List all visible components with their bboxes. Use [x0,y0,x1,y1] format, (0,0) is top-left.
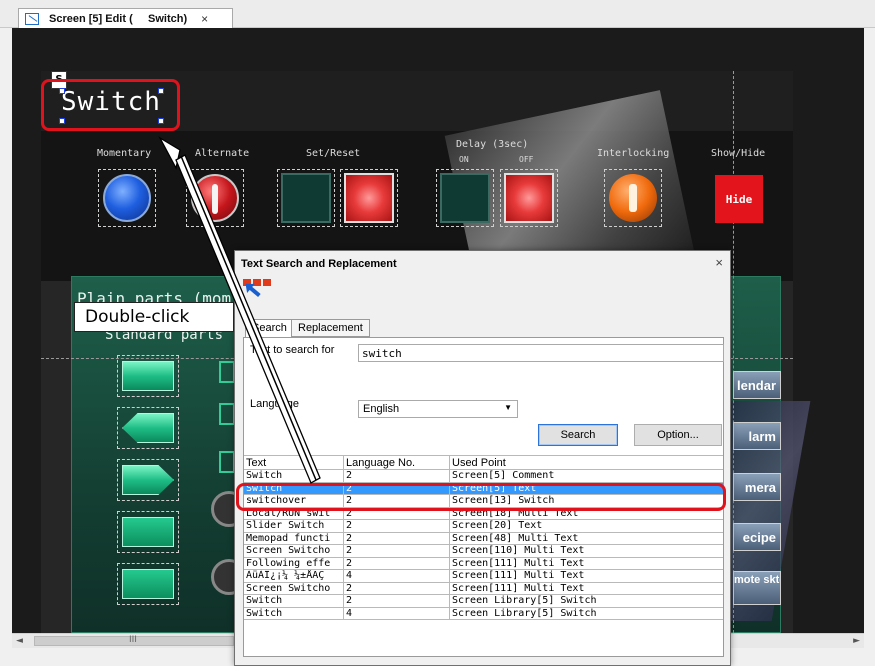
alternate-switch[interactable] [186,169,244,227]
double-click-callout: Double-click [74,302,234,332]
tab-replacement[interactable]: Replacement [291,319,370,337]
alarm-button[interactable]: larm [733,422,781,450]
part-small-3[interactable] [219,451,235,473]
label-set-reset: Set/Reset [306,148,361,159]
column-language-no[interactable]: Language No. [344,456,450,469]
label-delay: Delay (3sec) [456,139,529,150]
cell-used-point: Screen Library[5] Switch [452,607,597,619]
reset-switch[interactable] [340,169,398,227]
remote-desktop-button[interactable]: mote sktop [733,571,781,605]
cell-language-no: 2 [344,582,450,594]
table-row[interactable]: Switch 2 Screen Library[5] Switch [244,595,723,608]
scroll-grip-icon: III [129,635,137,645]
cell-text: Screen Switcho [244,545,344,557]
cell-text: Screen Switcho [244,582,344,594]
table-row[interactable]: Screen Switcho 2 Screen[110] Multi Text [244,545,723,558]
row-highlight-box [236,483,726,511]
recipe-button[interactable]: ecipe [733,523,781,551]
tab-bar: Screen [5] Edit ( Switch) × [0,0,875,29]
language-label: Language [250,398,299,410]
part-small-1[interactable] [219,361,235,383]
cell-text: Memopad functi [244,532,344,544]
tab-screen-edit[interactable]: Screen [5] Edit ( Switch) × [18,8,233,29]
calendar-button[interactable]: lendar [733,371,781,399]
cell-language-no: 2 [344,557,450,569]
results-table: Text Language No. Used Point Switch 2 Scre… [244,455,723,620]
scroll-right-icon[interactable]: ► [853,636,860,646]
part-rect-2[interactable] [117,511,179,553]
interlocking-switch[interactable] [604,169,662,227]
momentary-switch[interactable] [98,169,156,227]
cell-used-point: Screen[110] Multi Text [452,545,585,556]
part-rect-1[interactable] [117,355,179,397]
tab-title: Screen [5] Edit ( Switch) [49,13,188,25]
cell-text: Switch [244,607,344,619]
delay-on-switch[interactable] [436,169,494,227]
option-button[interactable]: Option... [634,424,722,446]
cell-language-no: 2 [344,545,450,557]
table-row[interactable]: Switch 2 Screen[5] Comment [244,470,723,483]
column-used-point[interactable]: Used Point [450,456,723,469]
cell-used-point: Screen[20] Text [452,520,543,531]
table-row[interactable]: Following effe 2 Screen[111] Multi Text [244,557,723,570]
search-input[interactable]: switch [358,344,724,362]
hide-switch[interactable]: Hide [709,169,767,227]
dialog-close-icon[interactable]: × [715,255,723,270]
table-row[interactable]: Switch 4 Screen Library[5] Switch [244,607,723,620]
cell-text: Switch [244,595,344,607]
hide-button-label: Hide [715,175,763,223]
column-text[interactable]: Text [244,456,344,469]
cell-language-no: 2 [344,470,450,482]
language-select[interactable]: English ▼ [358,400,518,418]
dialog-title: Text Search and Replacement [241,258,397,270]
text-search-dialog: Text Search and Replacement × Search Rep… [234,250,731,666]
part-rect-3[interactable] [117,563,179,605]
screen-edit-icon [25,13,39,25]
label-interlocking: Interlocking [597,148,670,159]
part-arrow-right[interactable] [117,459,179,501]
cell-text: Following effe [244,557,344,569]
tab-search[interactable]: Search [245,319,294,338]
cell-language-no: 4 [344,607,450,619]
set-switch[interactable] [277,169,335,227]
chevron-down-icon: ▼ [504,403,512,412]
cell-used-point: Screen[48] Multi Text [452,532,579,544]
label-show-hide: Show/Hide [711,148,766,159]
label-delay-on: ON [459,155,469,164]
cell-used-point: Screen[111] Multi Text [452,570,585,581]
search-replace-icon [243,279,273,305]
label-alternate: Alternate [195,148,250,159]
cell-text: Slider Switch [244,520,344,532]
cell-language-no: 4 [344,570,450,582]
table-row[interactable]: ÀüÀÎ¿¡¼­ ¼±ÅÃÇ 4 Screen[111] Multi Text [244,570,723,583]
search-text-label: Text to search for [250,344,335,356]
part-arrow-left[interactable] [117,407,179,449]
cell-used-point: Screen[111] Multi Text [452,557,585,569]
tab-close-icon[interactable]: × [201,12,208,26]
camera-button[interactable]: mera [733,473,781,501]
label-delay-off: OFF [519,155,534,164]
scroll-thumb[interactable]: III [34,635,234,646]
table-row[interactable]: Memopad functi 2 Screen[48] Multi Text [244,532,723,545]
table-row[interactable]: Screen Switcho 2 Screen[111] Multi Text [244,582,723,595]
cell-language-no: 2 [344,532,450,544]
cell-text: Switch [244,470,344,482]
cell-used-point: Screen[111] Multi Text [452,582,585,594]
cell-used-point: Screen[5] Comment [452,470,555,481]
part-small-2[interactable] [219,403,235,425]
delay-off-switch[interactable] [500,169,558,227]
title-highlight-box [41,79,180,131]
table-header: Text Language No. Used Point [244,455,723,470]
search-button[interactable]: Search [538,424,618,446]
language-value: English [363,403,400,415]
label-momentary: Momentary [97,148,152,159]
table-row[interactable]: Slider Switch 2 Screen[20] Text [244,520,723,533]
cell-used-point: Screen Library[5] Switch [452,595,597,606]
scroll-left-icon[interactable]: ◄ [16,636,23,646]
cell-language-no: 2 [344,520,450,532]
cell-text: ÀüÀÎ¿¡¼­ ¼±ÅÃÇ [244,570,344,582]
cell-language-no: 2 [344,595,450,607]
